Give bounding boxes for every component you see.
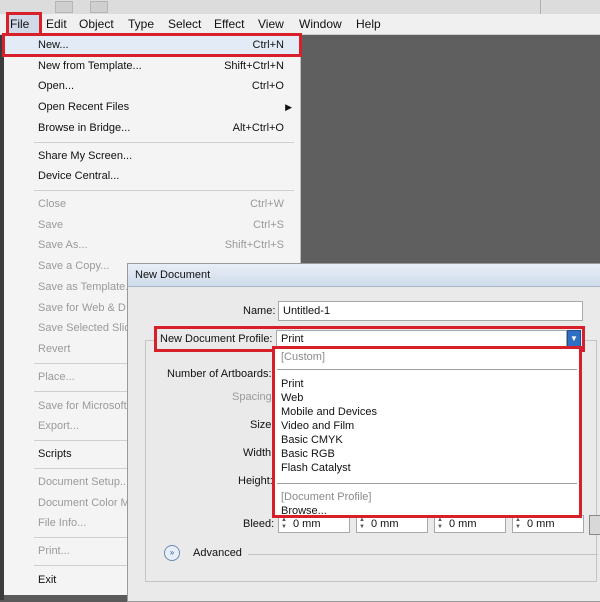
menu-item-shortcut: Ctrl+S <box>253 219 284 231</box>
menu-item-shortcut: Ctrl+N <box>252 39 284 51</box>
menu-item-new[interactable]: New... Ctrl+N <box>2 33 302 57</box>
size-label: Size: <box>250 419 275 431</box>
profile-option-print[interactable]: Print <box>281 378 304 391</box>
menu-object[interactable]: Object <box>77 14 116 34</box>
advanced-label[interactable]: Advanced <box>193 547 242 559</box>
artboards-label: Number of Artboards: <box>167 368 272 380</box>
menu-item-label: New from Template... <box>38 60 142 72</box>
menu-item-close[interactable]: Close Ctrl+W <box>4 194 300 214</box>
list-separator <box>277 483 577 484</box>
menu-file[interactable]: File <box>6 12 42 36</box>
menu-item-label: Open Recent Files <box>38 101 130 113</box>
profile-option-document-profile[interactable]: [Document Profile] <box>281 491 371 504</box>
list-separator <box>277 369 577 370</box>
profile-option-video[interactable]: Video and Film <box>281 420 354 433</box>
profile-label: New Document Profile: <box>160 333 273 345</box>
menu-help[interactable]: Help <box>354 14 383 34</box>
menu-item-shortcut: Shift+Ctrl+S <box>224 239 284 251</box>
menu-window[interactable]: Window <box>297 14 344 34</box>
menu-item-label: Close <box>38 198 67 210</box>
chevron-down-icon[interactable]: ▼ <box>567 330 581 348</box>
link-bleed-icon[interactable] <box>589 515 600 535</box>
menu-item-label: Export... <box>38 420 79 432</box>
menu-item-label: Browse in Bridge... <box>38 122 131 134</box>
profile-option-web[interactable]: Web <box>281 392 303 405</box>
menu-item-label: Save As... <box>38 239 88 251</box>
profile-option-browse[interactable]: Browse... <box>281 505 327 518</box>
menu-item-share-my-screen[interactable]: Share My Screen... <box>4 146 300 166</box>
menu-item-label: Share My Screen... <box>38 150 133 162</box>
profile-options-list: [Custom] Print Web Mobile and Devices Vi… <box>272 346 582 518</box>
dialog-title: New Document <box>135 269 211 281</box>
menu-separator <box>34 190 294 191</box>
profile-option-basic-rgb[interactable]: Basic RGB <box>281 448 335 461</box>
profile-option-basic-cmyk[interactable]: Basic CMYK <box>281 434 343 447</box>
menu-item-label: Save a Copy... <box>38 260 110 272</box>
menu-item-label: Exit <box>38 574 57 586</box>
menu-item-device-central[interactable]: Device Central... <box>4 166 300 186</box>
profile-option-flash-catalyst[interactable]: Flash Catalyst <box>281 462 351 475</box>
bleed-right-input[interactable]: 0 mm <box>512 515 584 533</box>
menu-separator <box>34 142 294 143</box>
toolbar-icon <box>55 1 73 13</box>
menu-item-open[interactable]: Open... Ctrl+O <box>4 76 300 96</box>
menu-item-label: Save Selected Slic <box>38 322 130 334</box>
menu-select[interactable]: Select <box>166 14 203 34</box>
spacing-label: Spacing: <box>232 391 275 403</box>
spinner-arrows-icon[interactable]: ▲ ▼ <box>514 517 522 531</box>
menu-item-label: Save for Web & D <box>38 302 126 314</box>
menu-item-label: Save for Microsoft <box>38 400 127 412</box>
menu-item-label: Device Central... <box>38 170 120 182</box>
menu-type[interactable]: Type <box>126 14 156 34</box>
menu-item-shortcut: Shift+Ctrl+N <box>224 60 284 72</box>
width-label: Width: <box>243 447 275 459</box>
toolbar-icon <box>90 1 108 13</box>
menu-effect[interactable]: Effect <box>212 14 246 34</box>
bleed-left-input[interactable]: 0 mm <box>434 515 506 533</box>
height-label: Height: <box>238 475 273 487</box>
menu-edit[interactable]: Edit <box>44 14 69 34</box>
menu-item-label: Save as Template... <box>38 281 135 293</box>
spinner-arrows-icon[interactable]: ▲ ▼ <box>436 517 444 531</box>
spinner-arrows-icon[interactable]: ▲ ▼ <box>280 517 288 531</box>
menu-item-open-recent[interactable]: Open Recent Files ▶ <box>4 97 300 117</box>
menu-item-shortcut: Alt+Ctrl+O <box>232 122 284 134</box>
profile-select[interactable]: Print <box>276 330 567 348</box>
menu-view[interactable]: View <box>256 14 286 34</box>
menu-item-label: Revert <box>38 343 71 355</box>
bleed-bottom-input[interactable]: 0 mm <box>356 515 428 533</box>
profile-option-custom[interactable]: [Custom] <box>281 351 325 364</box>
menu-item-label: Open... <box>38 80 75 92</box>
menu-item-label: Scripts <box>38 448 72 460</box>
menu-item-label: New... <box>38 39 69 51</box>
menu-item-new-from-template[interactable]: New from Template... Shift+Ctrl+N <box>4 56 300 76</box>
menu-item-save-as[interactable]: Save As... Shift+Ctrl+S <box>4 235 300 255</box>
advanced-expand-icon[interactable]: » <box>164 545 180 561</box>
menu-item-shortcut: Ctrl+W <box>250 198 284 210</box>
name-label: Name: <box>243 305 276 317</box>
menu-item-shortcut: Ctrl+O <box>251 80 284 92</box>
bleed-label: Bleed: <box>243 518 275 530</box>
menu-item-label: Print... <box>38 545 70 557</box>
menu-item-label: Document Setup... <box>38 476 130 488</box>
profile-option-mobile[interactable]: Mobile and Devices <box>281 406 377 419</box>
strip-divider <box>540 0 541 14</box>
submenu-arrow-icon: ▶ <box>285 102 292 112</box>
menu-item-label: Save <box>38 219 64 231</box>
menu-item-browse-in-bridge[interactable]: Browse in Bridge... Alt+Ctrl+O <box>4 118 300 138</box>
name-input[interactable]: Untitled-1 <box>278 301 583 321</box>
menu-item-label: Place... <box>38 371 75 383</box>
menu-item-label: File Info... <box>38 517 87 529</box>
menu-item-label: Document Color M <box>38 497 130 509</box>
spinner-arrows-icon[interactable]: ▲ ▼ <box>358 517 366 531</box>
advanced-divider <box>248 554 598 555</box>
menu-item-save[interactable]: Save Ctrl+S <box>4 215 300 235</box>
